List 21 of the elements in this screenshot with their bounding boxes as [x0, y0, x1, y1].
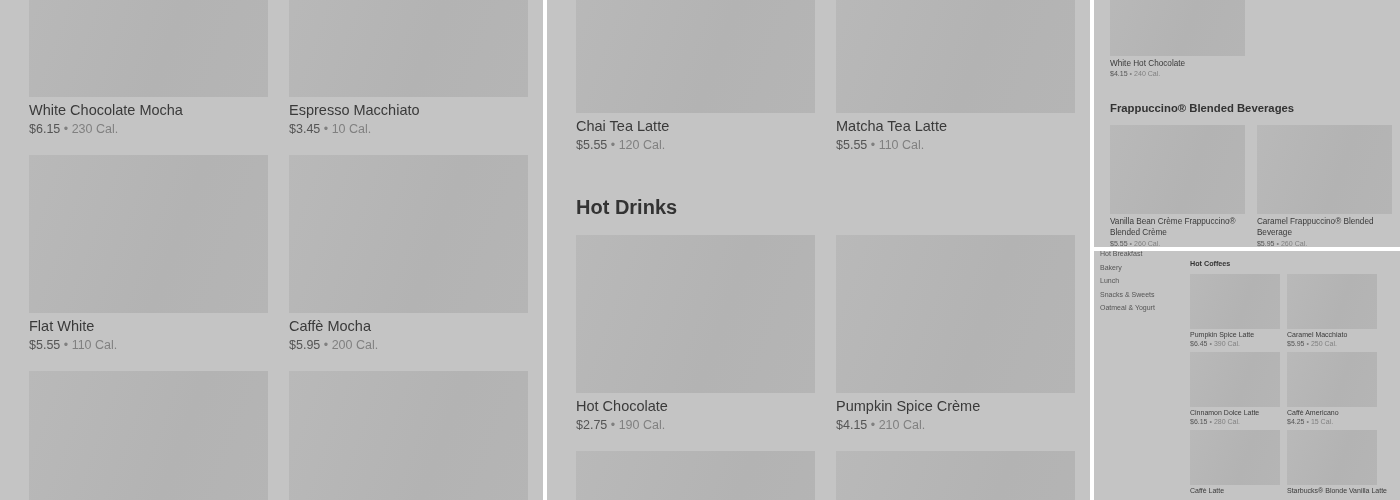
section-heading: Frappuccino® Blended Beverages: [1110, 101, 1296, 117]
item-name[interactable]: Chai Tea Latte: [576, 116, 670, 136]
item-name[interactable]: Espresso Macchiato: [289, 100, 420, 120]
item-name[interactable]: Caffè Mocha: [289, 316, 371, 336]
price-calories: $5.55 • 120 Cal.: [576, 137, 666, 154]
item-name[interactable]: Vanilla Bean Crème Frappuccino® Blended Crème: [1110, 216, 1246, 239]
item-name[interactable]: Caramel Frappuccino® Blended Beverage: [1256, 216, 1392, 239]
section-heading: Hot Drinks: [576, 195, 679, 220]
price-calories: $5.55 • 110 Cal.: [836, 137, 925, 154]
item-name[interactable]: Matcha Tea Latte: [836, 116, 947, 136]
price-calories: $6.15 • 230 Cal.: [29, 121, 119, 138]
price-calories: $2.75 • 190 Cal.: [576, 417, 666, 434]
price-calories: $5.55 • 110 Cal.: [29, 337, 118, 354]
item-name[interactable]: Hot Chocolate: [576, 396, 668, 416]
item-name[interactable]: White Hot Chocolate: [1110, 57, 1186, 70]
price-calories: $3.45 • 10 Cal.: [289, 121, 372, 138]
price-calories: $5.95 • 200 Cal.: [289, 337, 379, 354]
item-name[interactable]: White Chocolate Mocha: [29, 100, 183, 120]
item-name[interactable]: Flat White: [29, 316, 95, 336]
price-calories: $4.15 • 210 Cal.: [836, 417, 926, 434]
item-name[interactable]: Pumpkin Spice Crème: [836, 396, 981, 416]
